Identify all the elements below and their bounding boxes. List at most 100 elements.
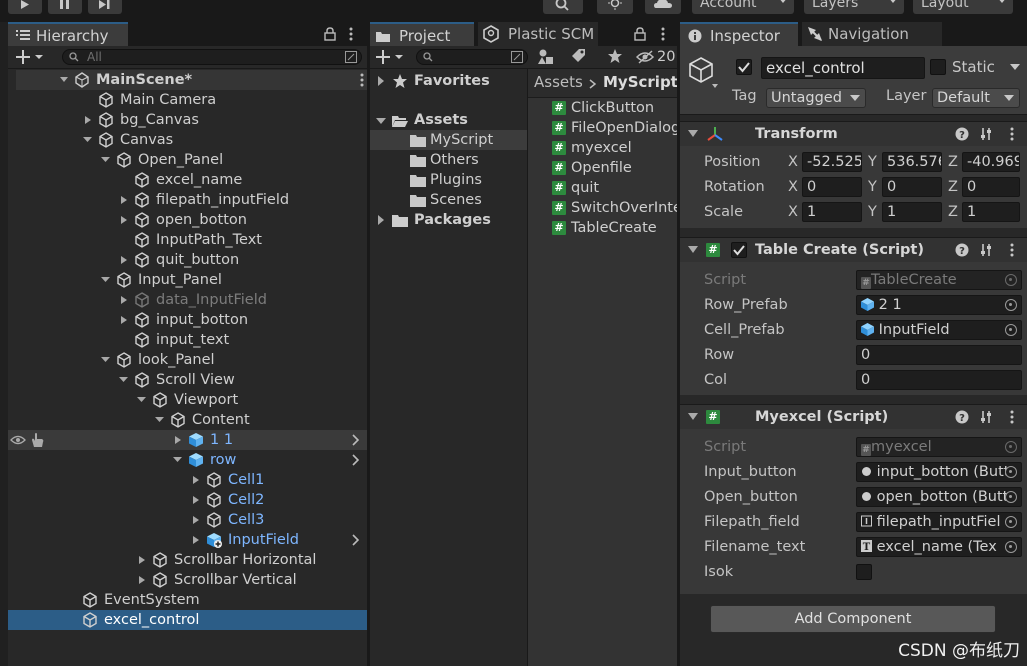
open-button-field[interactable]: open_botton (Butt	[856, 487, 1022, 507]
foldout-expanded-icon[interactable]	[100, 150, 112, 170]
tab-navigation[interactable]: Navigation	[802, 22, 942, 46]
tab-plastic-scm[interactable]: Plastic SCM	[478, 22, 598, 46]
filepath-field[interactable]: filepath_inputFiel	[856, 512, 1022, 532]
tag-dropdown[interactable]: Untagged	[766, 88, 866, 108]
rotation-x-field[interactable]: 0	[802, 177, 862, 197]
foldout-expanded-icon[interactable]	[688, 246, 698, 254]
kebab-menu-icon[interactable]	[1009, 127, 1015, 141]
foldout-collapsed-icon[interactable]	[376, 215, 386, 225]
cloud-icon[interactable]	[645, 0, 681, 14]
active-checkbox[interactable]	[736, 59, 752, 75]
foldout-collapsed-icon[interactable]	[118, 310, 130, 330]
tab-hierarchy[interactable]: Hierarchy	[8, 22, 128, 46]
pause-button[interactable]	[48, 0, 82, 14]
hierarchy-row[interactable]: Canvas	[8, 130, 367, 150]
object-picker-icon[interactable]	[1005, 516, 1017, 528]
object-picker-icon[interactable]	[1005, 466, 1017, 478]
hierarchy-row[interactable]: Cell2	[8, 490, 367, 510]
gameobject-icon[interactable]	[688, 56, 718, 90]
label-icon[interactable]	[570, 48, 586, 66]
pickability-hand-icon[interactable]	[30, 432, 44, 448]
hierarchy-row[interactable]: InputField	[8, 530, 367, 550]
foldout-expanded-icon[interactable]	[100, 350, 112, 370]
add-icon[interactable]	[376, 49, 406, 65]
hierarchy-row[interactable]: row	[8, 450, 367, 470]
account-dropdown[interactable]: Account	[692, 0, 794, 14]
visibility-eye-icon[interactable]	[10, 434, 26, 446]
open-prefab-arrow-icon[interactable]	[351, 432, 361, 448]
foldout-collapsed-icon[interactable]	[190, 530, 202, 550]
play-button[interactable]	[8, 0, 42, 14]
hierarchy-row[interactable]: input_botton	[8, 310, 367, 330]
add-icon[interactable]	[16, 49, 46, 65]
add-component-button[interactable]: Add Component	[710, 605, 996, 633]
rotation-z-field[interactable]: 0	[962, 177, 1020, 197]
hierarchy-row[interactable]: Cell3	[8, 510, 367, 530]
hierarchy-row[interactable]: Content	[8, 410, 367, 430]
foldout-collapsed-icon[interactable]	[190, 470, 202, 490]
open-prefab-arrow-icon[interactable]	[351, 452, 361, 468]
foldout-expanded-icon[interactable]	[172, 450, 184, 470]
hierarchy-row[interactable]: bg_Canvas	[8, 110, 367, 130]
project-search-input[interactable]	[416, 49, 528, 65]
rotation-y-field[interactable]: 0	[882, 177, 942, 197]
splitter-1[interactable]	[367, 22, 370, 666]
foldout-expanded-icon[interactable]	[154, 410, 166, 430]
filename-text-field[interactable]: T excel_name (Tex	[856, 537, 1022, 557]
lock-icon[interactable]	[324, 27, 336, 41]
foldout-expanded-icon[interactable]	[376, 117, 386, 127]
hidden-eye-icon[interactable]	[636, 49, 656, 65]
foldout-collapsed-icon[interactable]	[118, 210, 130, 230]
scale-y-field[interactable]: 1	[882, 202, 942, 222]
row-field[interactable]: 0	[856, 345, 1022, 365]
cell-prefab-field[interactable]: InputField	[856, 320, 1022, 340]
input-button-field[interactable]: input_botton (Butt	[856, 462, 1022, 482]
hierarchy-row[interactable]: look_Panel	[8, 350, 367, 370]
foldout-collapsed-icon[interactable]	[136, 550, 148, 570]
script-file-row[interactable]: # Openfile	[528, 158, 677, 178]
foldout-collapsed-icon[interactable]	[118, 250, 130, 270]
star-icon[interactable]	[607, 48, 623, 66]
splitter-2[interactable]	[677, 22, 680, 666]
scale-z-field[interactable]: 1	[962, 202, 1020, 222]
tab-inspector[interactable]: Inspector	[680, 22, 798, 46]
foldout-collapsed-icon[interactable]	[82, 110, 94, 130]
hierarchy-row[interactable]: Main Camera	[8, 90, 367, 110]
object-picker-icon[interactable]	[1005, 541, 1017, 553]
object-picker-icon[interactable]	[1005, 491, 1017, 503]
layout-dropdown[interactable]: Layout	[913, 0, 1013, 14]
object-picker-icon[interactable]	[1005, 324, 1017, 336]
position-z-field[interactable]: -40.969	[962, 152, 1020, 172]
hierarchy-row[interactable]: excel_control	[8, 610, 367, 630]
filter-by-type-icon[interactable]	[538, 48, 554, 66]
preset-icon[interactable]	[979, 127, 993, 141]
hierarchy-row[interactable]: Cell1	[8, 470, 367, 490]
foldout-collapsed-icon[interactable]	[190, 490, 202, 510]
kebab-menu-icon[interactable]	[1009, 243, 1015, 257]
preset-icon[interactable]	[979, 243, 993, 257]
col-field[interactable]: 0	[856, 370, 1022, 390]
foldout-collapsed-icon[interactable]	[172, 430, 184, 450]
table-create-header[interactable]: # Table Create (Script) ?	[680, 237, 1027, 262]
script-file-row[interactable]: # FileOpenDialog	[528, 118, 677, 138]
kebab-menu-icon[interactable]	[348, 27, 354, 41]
hierarchy-row[interactable]: open_botton	[8, 210, 367, 230]
expand-icon[interactable]	[345, 51, 357, 63]
hierarchy-row[interactable]: EventSystem	[8, 590, 367, 610]
hierarchy-row[interactable]: Viewport	[8, 390, 367, 410]
breadcrumb-assets[interactable]: Assets	[534, 73, 583, 91]
hierarchy-row[interactable]: Open_Panel	[8, 150, 367, 170]
hierarchy-row[interactable]: quit_button	[8, 250, 367, 270]
myexcel-header[interactable]: # Myexcel (Script) ?	[680, 404, 1027, 429]
asset-folder-row[interactable]: MyScript	[370, 130, 527, 150]
help-icon[interactable]: ?	[955, 243, 969, 257]
script-file-row[interactable]: # SwitchOverInte	[528, 198, 677, 218]
foldout-collapsed-icon[interactable]	[118, 290, 130, 310]
hierarchy-row[interactable]: Scrollbar Vertical	[8, 570, 367, 590]
foldout-expanded-icon[interactable]	[136, 390, 148, 410]
foldout-expanded-icon[interactable]	[688, 413, 698, 421]
sun-icon[interactable]	[597, 0, 633, 14]
object-picker-icon[interactable]	[1005, 299, 1017, 311]
hierarchy-search-input[interactable]: All	[62, 49, 362, 65]
hierarchy-row[interactable]: filepath_inputField	[8, 190, 367, 210]
